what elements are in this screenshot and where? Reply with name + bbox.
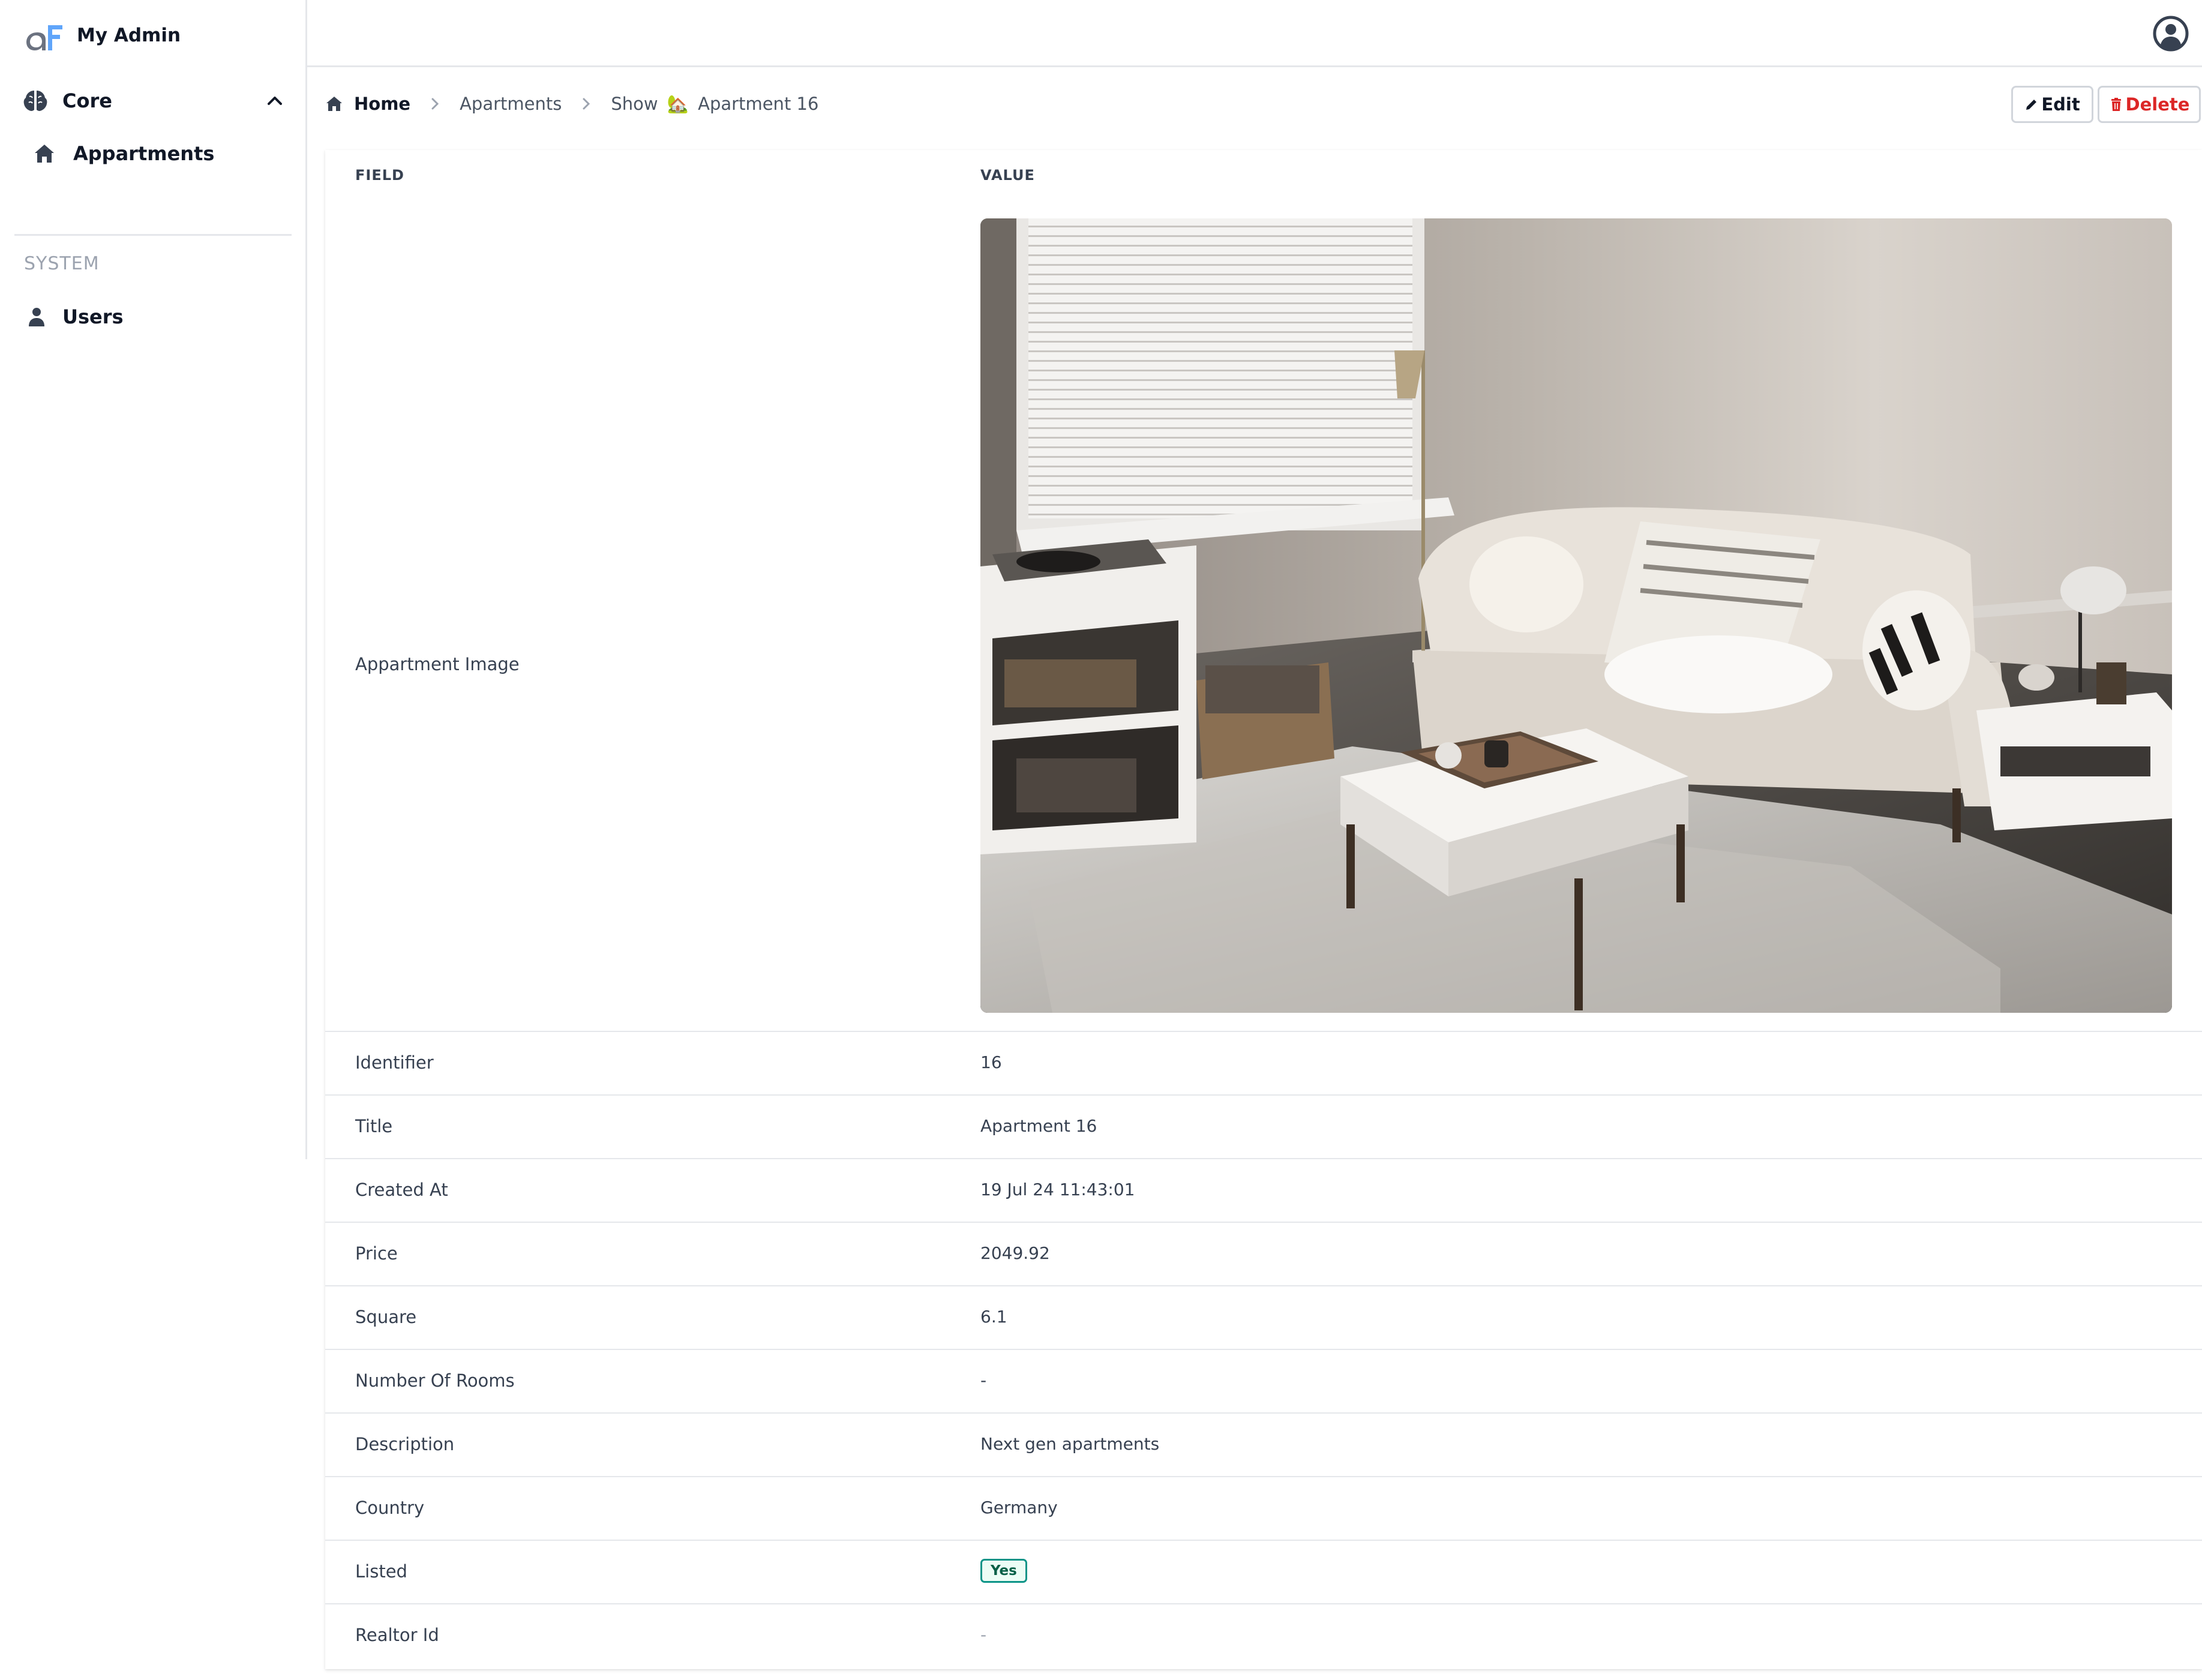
table-row: Country Germany: [325, 1477, 2202, 1541]
apartment-photo: [980, 218, 2172, 1013]
chevron-right-icon: [583, 98, 590, 110]
user-icon: [29, 308, 44, 326]
field-label: Realtor Id: [355, 1625, 439, 1645]
sidebar-item-label: Users: [62, 305, 124, 328]
edit-button[interactable]: Edit: [2011, 86, 2093, 123]
section-label-system: SYSTEM: [24, 253, 100, 274]
field-label: Title: [355, 1116, 393, 1136]
field-label: Appartment Image: [355, 654, 520, 674]
field-value: 6.1: [980, 1307, 1007, 1327]
sidebar-divider: [14, 234, 292, 236]
house-emoji-icon: 🏡: [667, 93, 689, 114]
field-label: Country: [355, 1498, 425, 1518]
breadcrumb-home[interactable]: Home: [325, 94, 410, 114]
user-circle-icon[interactable]: [2153, 16, 2189, 52]
table-row: Square 6.1: [325, 1286, 2202, 1350]
app-name: My Admin: [77, 25, 181, 46]
field-value: 16: [980, 1052, 1002, 1072]
breadcrumb-record: Apartment 16: [698, 93, 819, 114]
record-detail-table: FIELD VALUE Appartment Image Identifier …: [325, 150, 2202, 1669]
breadcrumb: Home Apartments Show 🏡 Apartment 16: [325, 90, 818, 118]
header-field: FIELD: [355, 167, 404, 184]
listed-badge: Yes: [980, 1559, 1027, 1583]
chevron-right-icon: [431, 98, 439, 110]
sidebar-item-users[interactable]: Users: [28, 300, 124, 334]
topbar: [307, 0, 2202, 67]
field-value: Apartment 16: [980, 1116, 1097, 1136]
breadcrumb-current: Show 🏡 Apartment 16: [611, 94, 818, 115]
table-rows: Identifier 16 Title Apartment 16 Created…: [325, 1032, 2202, 1668]
breadcrumb-action: Show: [611, 93, 658, 114]
table-row: Price 2049.92: [325, 1223, 2202, 1286]
field-value: 2049.92: [980, 1243, 1050, 1263]
table-row: Realtor Id -: [325, 1604, 2202, 1668]
delete-button[interactable]: Delete: [2098, 86, 2201, 123]
header-value: VALUE: [980, 167, 1035, 184]
field-value: Germany: [980, 1498, 1058, 1517]
home-icon: [35, 145, 54, 163]
field-value: -: [980, 1625, 987, 1645]
apartment-photo-image: [980, 218, 2172, 1013]
chevron-up-icon[interactable]: [263, 89, 287, 113]
table-row: Identifier 16: [325, 1032, 2202, 1096]
field-value: Next gen apartments: [980, 1434, 1160, 1454]
field-label: Identifier: [355, 1052, 434, 1073]
table-row: Listed Yes: [325, 1541, 2202, 1604]
table-row: Number Of Rooms -: [325, 1350, 2202, 1414]
field-value: 19 Jul 24 11:43:01: [980, 1180, 1135, 1199]
field-label: Price: [355, 1243, 398, 1264]
brand[interactable]: My Admin: [24, 23, 181, 53]
adminforth-logo-icon: [26, 25, 62, 50]
edit-button-label: Edit: [2041, 94, 2080, 115]
brain-icon: [23, 91, 47, 111]
menu-group-label: Core: [62, 89, 112, 112]
field-label: Created At: [355, 1180, 448, 1200]
home-icon: [326, 97, 342, 111]
table-row-image: Appartment Image: [325, 199, 2202, 1032]
field-label: Description: [355, 1434, 455, 1454]
field-label: Listed: [355, 1561, 407, 1582]
table-row: Created At 19 Jul 24 11:43:01: [325, 1159, 2202, 1223]
table-row: Description Next gen apartments: [325, 1414, 2202, 1477]
table-header: FIELD VALUE: [325, 150, 2202, 199]
breadcrumb-home-label: Home: [354, 94, 411, 114]
field-label: Square: [355, 1307, 417, 1327]
field-label: Number Of Rooms: [355, 1370, 515, 1391]
menu-group-core[interactable]: Core: [23, 84, 287, 118]
breadcrumb-apartments[interactable]: Apartments: [460, 94, 562, 114]
delete-button-label: Delete: [2125, 94, 2190, 115]
sidebar: My Admin Core Appartments SYSTEM Users: [0, 0, 307, 1159]
sidebar-item-appartments[interactable]: Appartments: [34, 137, 214, 170]
trash-icon: [2111, 98, 2121, 111]
sidebar-item-label: Appartments: [73, 142, 215, 165]
table-row: Title Apartment 16: [325, 1096, 2202, 1159]
field-value: -: [980, 1370, 987, 1390]
pencil-icon: [2026, 100, 2037, 110]
